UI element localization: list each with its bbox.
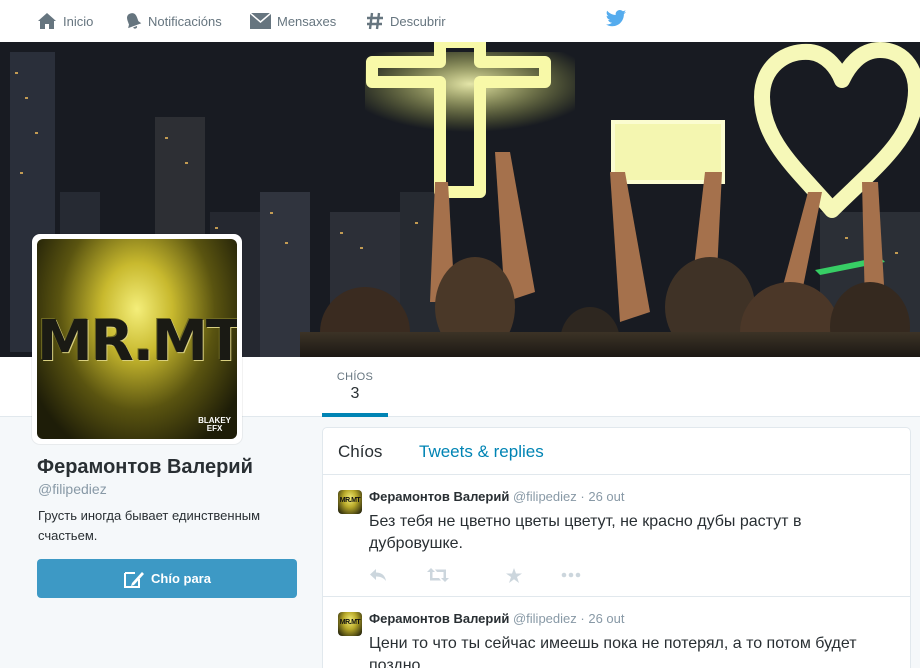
nav-notifications[interactable]: Notificacións (124, 0, 222, 42)
nav-home[interactable]: Inicio (37, 0, 93, 42)
avatar-watermark: BLAKEY EFX (198, 417, 231, 433)
hashtag-icon (367, 12, 383, 30)
profile-bio: Грусть иногда бывает единственным счасть… (38, 508, 261, 543)
tweet-timestamp[interactable]: 26 out (588, 611, 624, 626)
tab-tweets-replies[interactable]: Tweets & replies (419, 442, 544, 462)
tweet-avatar-text: MR.MT (339, 497, 361, 504)
envelope-icon (250, 13, 271, 29)
top-nav: Inicio Notificacións Mensaxes Descubrir (0, 0, 920, 42)
tweet-separator: · (580, 489, 585, 504)
tweet-author-handle[interactable]: @filipediez (513, 611, 577, 626)
tweet-author-name[interactable]: Фeрамонтов Валерий (369, 489, 509, 504)
tweet-separator: · (580, 611, 585, 626)
tweet-to-label: Chío para (151, 571, 211, 586)
stat-tweets-label: CHÍOS (336, 371, 374, 383)
tweet-text: Без тебя не цветно цветы цветут, не крас… (369, 513, 802, 552)
stat-tweets-value: 3 (350, 385, 360, 402)
tweet-avatar[interactable]: MR.MT (338, 612, 362, 636)
tweet-header: Фeрамонтов Валерий @filipediez · 26 out (369, 611, 625, 626)
avatar-watermark-line2: EFX (206, 424, 223, 433)
nav-home-label: Inicio (63, 13, 94, 29)
tweet-text: Цени то что ты сейчас имеешь пока не пот… (369, 635, 857, 668)
nav-discover-label: Descubrir (390, 13, 446, 29)
tweet-author-handle[interactable]: @filipediez (513, 489, 577, 504)
avatar-image: MR.MT BLAKEY EFX (37, 239, 237, 439)
nav-notifications-label: Notificacións (148, 13, 222, 29)
nav-messages[interactable]: Mensaxes (250, 0, 336, 42)
compose-icon (124, 571, 145, 588)
twitter-bird-icon[interactable] (605, 9, 627, 29)
reply-icon[interactable] (369, 568, 387, 587)
favorite-star-icon[interactable] (506, 568, 522, 588)
timeline: Chíos Tweets & replies MR.MT Фeрамонтов … (322, 427, 911, 668)
tab-tweets[interactable]: Chíos (338, 442, 382, 462)
tweet-item[interactable]: MR.MT Фeрамонтов Валерий @filipediez · 2… (323, 597, 910, 668)
tweet-to-button[interactable]: Chío para (37, 559, 297, 598)
home-icon (38, 13, 56, 29)
avatar-logo-text: MR.MT (37, 309, 237, 374)
bell-icon (127, 13, 142, 29)
profile-handle[interactable]: @filipediez (38, 481, 107, 497)
tweet-header: Фeрамонтов Валерий @filipediez · 26 out (369, 489, 625, 504)
timeline-tabs: Chíos Tweets & replies (323, 428, 910, 475)
retweet-icon[interactable] (427, 568, 449, 587)
stat-tweets-tab[interactable]: CHÍOS 3 (322, 357, 388, 417)
profile-name[interactable]: Фeрамонтов Валерий (37, 456, 253, 479)
tweet-item[interactable]: MR.MT Фeрамонтов Валерий @filipediez · 2… (323, 475, 910, 597)
tweet-avatar[interactable]: MR.MT (338, 490, 362, 514)
tweet-avatar-text: MR.MT (339, 619, 361, 626)
nav-discover[interactable]: Descubrir (366, 0, 446, 42)
tweet-author-name[interactable]: Фeрамонтов Валерий (369, 611, 509, 626)
profile-avatar[interactable]: MR.MT BLAKEY EFX (32, 234, 242, 444)
tweet-timestamp[interactable]: 26 out (588, 489, 624, 504)
nav-messages-label: Mensaxes (277, 13, 337, 29)
more-options-icon[interactable] (561, 568, 581, 587)
